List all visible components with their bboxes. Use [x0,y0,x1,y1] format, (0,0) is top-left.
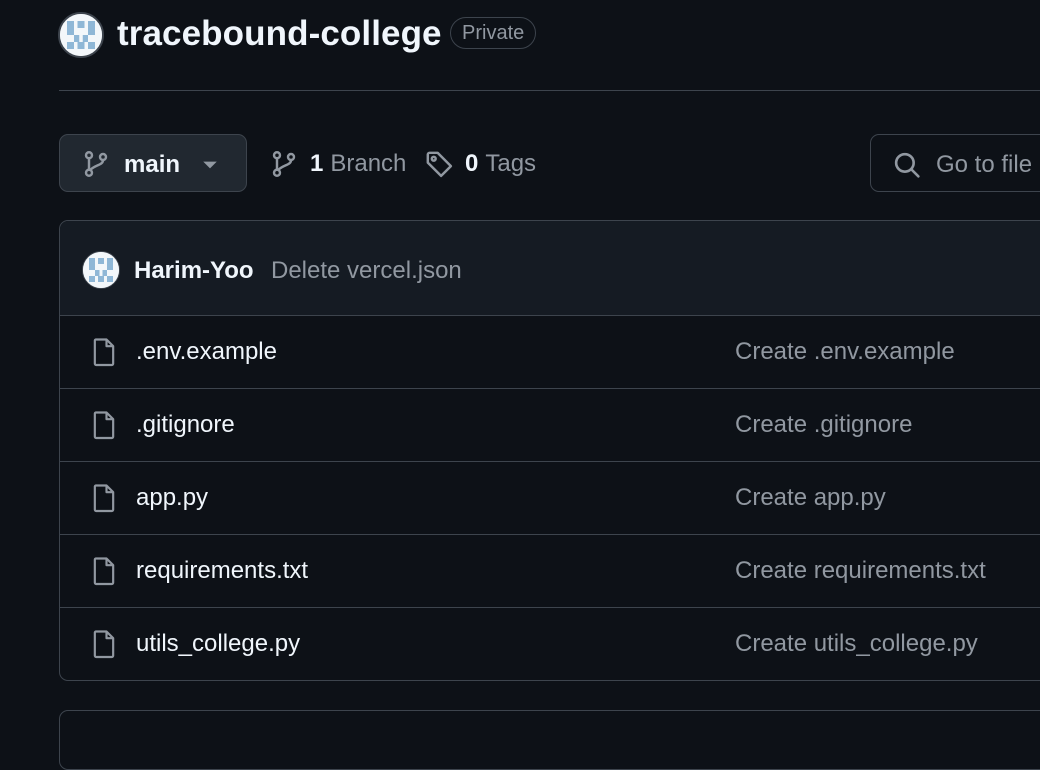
file-row[interactable]: utils_college.py Create utils_college.py [60,608,1040,680]
git-branch-icon [272,151,296,177]
identicon-avatar-icon [83,252,119,288]
file-name-link[interactable]: requirements.txt [136,557,308,585]
file-icon [93,338,115,367]
file-commit-message-link[interactable]: Create .env.example [735,338,955,366]
search-icon [894,152,920,178]
file-icon [93,630,115,659]
branch-count: 1 [310,150,324,177]
file-row[interactable]: app.py Create app.py [60,462,1040,535]
tags-link[interactable]: 0 Tags [425,146,536,182]
chevron-down-icon [203,161,217,169]
branch-label: Branch [330,150,407,177]
repo-owner-avatar[interactable] [58,12,104,58]
identicon-avatar-icon [60,14,102,56]
file-icon [93,484,115,513]
tag-icon [426,151,453,178]
tag-count: 0 [465,150,479,177]
file-commit-message-link[interactable]: Create requirements.txt [735,557,986,585]
go-to-file-search[interactable]: Go to file [870,134,1040,192]
git-branch-icon [84,151,108,177]
file-icon [93,557,115,586]
commit-author-link[interactable]: Harim-Yoo [134,257,254,285]
branches-link[interactable]: 1 Branch [270,146,406,182]
file-name-link[interactable]: .env.example [136,338,277,366]
commit-author-avatar[interactable] [82,251,120,289]
file-row[interactable]: requirements.txt Create requirements.txt [60,535,1040,608]
file-commit-message-link[interactable]: Create app.py [735,484,886,512]
file-row[interactable]: .env.example Create .env.example [60,316,1040,389]
file-name-link[interactable]: utils_college.py [136,630,300,658]
repo-name[interactable]: tracebound-college [117,14,442,54]
file-name-link[interactable]: .gitignore [136,411,235,439]
latest-commit-bar: Harim-Yoo Delete vercel.json [60,221,1040,316]
visibility-badge: Private [450,17,537,49]
file-commit-message-link[interactable]: Create .gitignore [735,411,912,439]
file-commit-message-link[interactable]: Create utils_college.py [735,630,978,658]
file-row[interactable]: .gitignore Create .gitignore [60,389,1040,462]
file-table: Harim-Yoo Delete vercel.json .env.exampl… [59,220,1040,681]
commit-message-link[interactable]: Delete vercel.json [271,257,462,285]
branch-select-button[interactable]: main [59,134,247,192]
tag-label: Tags [485,150,537,177]
file-icon [93,411,115,440]
header-divider [59,90,1040,91]
file-name-link[interactable]: app.py [136,484,208,512]
readme-box [59,710,1040,770]
branch-name: main [124,151,181,178]
search-placeholder: Go to file [936,151,1033,178]
